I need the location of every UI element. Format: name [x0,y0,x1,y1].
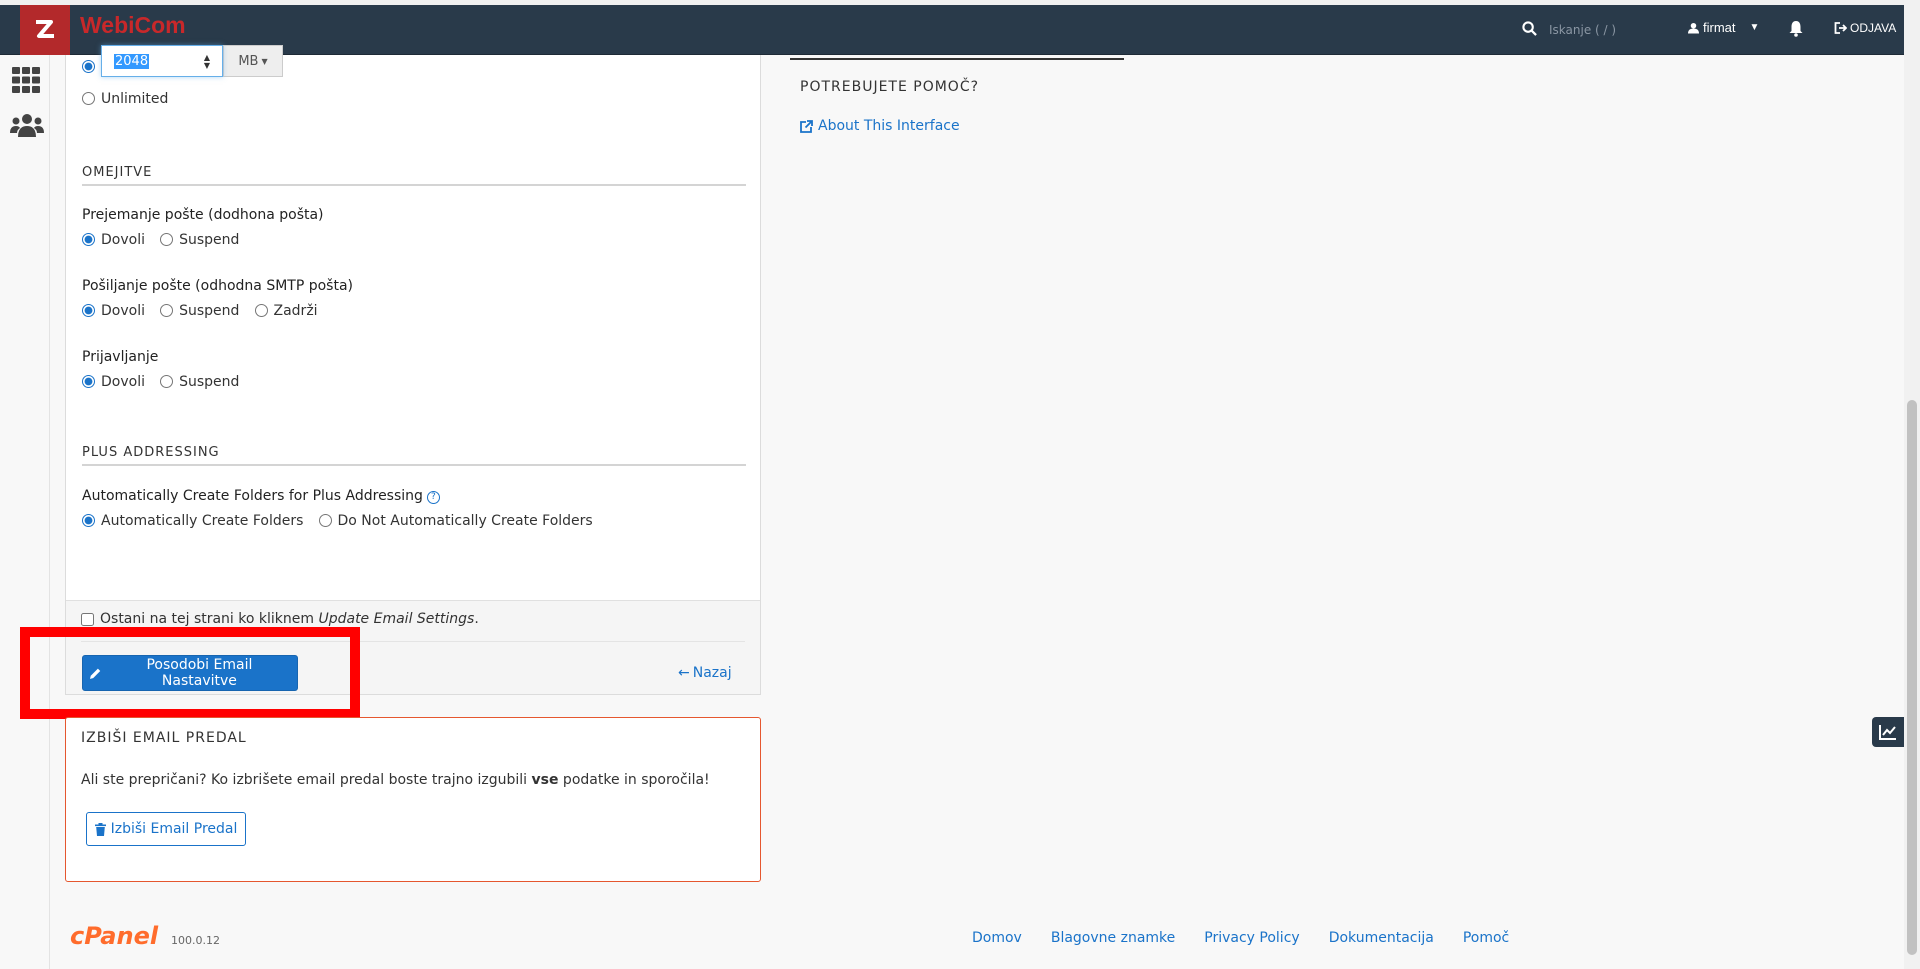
receiving-label: Prejemanje pošte (dodhona pošta) [82,207,324,223]
arrow-left-icon: ← [678,665,690,681]
footer-links: Domov Blagovne znamke Privacy Policy Dok… [972,930,1509,946]
cpanel-logo[interactable]: cPanel [70,922,158,950]
footer-link-help[interactable]: Pomoč [1463,930,1509,946]
unlimited-option: Unlimited [82,90,178,109]
no-auto-create-folders-label: Do Not Automatically Create Folders [337,512,593,529]
login-allow-radio[interactable] [82,375,95,388]
back-label: Nazaj [692,665,732,681]
stay-emphasis: Update Email Settings [318,611,475,627]
divider [81,641,745,642]
sending-suspend-radio[interactable] [160,304,174,317]
delete-text-suffix: podatke in sporočila! [558,772,710,788]
update-button-label: Posodobi Email Nastavitve [146,657,253,689]
delete-warning-text: Ali ste prepričani? Ko izbrišete email p… [81,772,710,788]
delete-mailbox-button[interactable]: Izbiši Email Predal [86,812,246,846]
logout-button[interactable]: ODJAVA [1834,21,1896,35]
divider [790,58,1124,60]
auto-create-folders-radio[interactable] [82,514,95,527]
login-suspend-radio[interactable] [160,375,174,388]
user-icon [1688,22,1699,33]
quota-value: 2048 [114,53,150,69]
spinner-arrows-icon[interactable]: ▲ ▼ [204,54,210,70]
help-question-icon[interactable]: ? [426,491,440,504]
restrictions-heading: OMEJITVE [82,165,746,186]
chart-line-icon [1879,725,1896,740]
page-scrollbar[interactable] [1904,0,1920,969]
grid-apps-icon[interactable] [12,67,40,93]
receiving-options: Dovoli Suspend [82,231,249,250]
auto-create-folders-label: Automatically Create Folders [101,512,304,529]
plus-addressing-label-row: Automatically Create Folders for Plus Ad… [82,488,440,504]
back-link[interactable]: ← Nazaj [678,665,732,681]
quota-input[interactable]: 2048 ▲ ▼ [101,45,223,77]
receiving-allow-label: Dovoli [101,231,145,248]
scrollbar-thumb[interactable] [1907,400,1917,955]
unlimited-radio[interactable] [82,92,95,105]
receiving-allow-radio[interactable] [82,233,95,246]
logout-label: ODJAVA [1850,21,1897,35]
search-icon [1522,21,1537,36]
external-link-icon [800,119,813,133]
trash-icon [94,822,106,836]
footer-link-privacy[interactable]: Privacy Policy [1204,930,1299,946]
delete-heading: IZBIŠI EMAIL PREDAL [81,730,247,746]
sending-hold-label: Zadrži [273,302,318,319]
top-navbar: WebiCom firmat ▼ ODJAVA [0,0,1904,55]
about-link-label: About This Interface [818,118,960,134]
pencil-icon [89,668,101,679]
sending-hold-radio[interactable] [254,304,268,317]
receiving-suspend-radio[interactable] [160,233,174,246]
login-allow-label: Dovoli [101,373,145,390]
users-icon[interactable] [10,113,44,137]
footer-link-trademarks[interactable]: Blagovne znamke [1051,930,1175,946]
username: firmat [1703,20,1736,35]
login-options: Dovoli Suspend [82,373,249,392]
plus-addressing-heading: PLUS ADDRESSING [82,445,746,466]
brand-logo[interactable] [20,5,70,55]
delete-text-prefix: Ali ste prepričani? Ko izbrišete email p… [81,772,532,788]
stay-suffix: . [474,611,479,627]
receiving-suspend-label: Suspend [179,231,240,248]
cpanel-version: 100.0.12 [171,934,220,947]
stats-widget-button[interactable] [1872,717,1904,747]
sending-label: Pošiljanje pošte (odhodna SMTP pošta) [82,278,354,294]
sending-options: Dovoli Suspend Zadrži [82,302,328,321]
search-input[interactable] [1547,19,1667,41]
user-menu[interactable]: firmat ▼ [1688,20,1759,35]
delete-mailbox-panel: IZBIŠI EMAIL PREDAL Ali ste prepričani? … [65,717,761,882]
quota-row: 2048 ▲ ▼ MB ▼ [82,45,283,77]
update-email-settings-button[interactable]: Posodobi Email Nastavitve [82,655,298,691]
form-footer: Ostani na tej strani ko kliknem Update E… [66,600,760,694]
stay-on-page-checkbox[interactable] [81,612,94,626]
plus-addressing-options: Automatically Create Folders Do Not Auto… [82,512,603,531]
unlimited-label: Unlimited [101,90,169,107]
about-interface-link[interactable]: About This Interface [800,118,960,134]
webicom-logo-icon [36,20,54,38]
logout-icon [1834,22,1847,34]
stay-prefix: Ostani na tej strani ko kliknem [100,611,319,627]
plus-addressing-label: Automatically Create Folders for Plus Ad… [82,488,423,504]
delete-text-bold: vse [531,772,559,788]
sending-allow-radio[interactable] [82,304,95,317]
left-sidebar [0,55,50,969]
quota-unit-dropdown[interactable]: MB ▼ [223,45,283,77]
no-auto-create-folders-radio[interactable] [318,514,332,527]
sending-suspend-label: Suspend [179,302,240,319]
quota-limited-radio[interactable] [82,60,95,73]
quota-unit: MB [238,53,259,69]
email-settings-panel: 2048 ▲ ▼ MB ▼ Unlimited OMEJITVE Prejeman… [65,45,761,695]
footer-link-home[interactable]: Domov [972,930,1022,946]
sending-allow-label: Dovoli [101,302,145,319]
login-label: Prijavljanje [82,349,159,365]
login-suspend-label: Suspend [179,373,240,390]
footer-link-documentation[interactable]: Dokumentacija [1329,930,1434,946]
brand-name[interactable]: WebiCom [80,12,186,39]
stay-on-page-row: Ostani na tej strani ko kliknem Update E… [81,611,479,627]
caret-down-icon: ▼ [261,56,268,66]
help-heading: POTREBUJETE POMOČ? [800,79,980,95]
delete-button-label: Izbiši Email Predal [110,821,238,837]
bell-icon[interactable] [1788,20,1804,37]
stay-on-page-text: Ostani na tej strani ko kliknem Update E… [100,611,479,627]
caret-down-icon: ▼ [1749,22,1760,33]
